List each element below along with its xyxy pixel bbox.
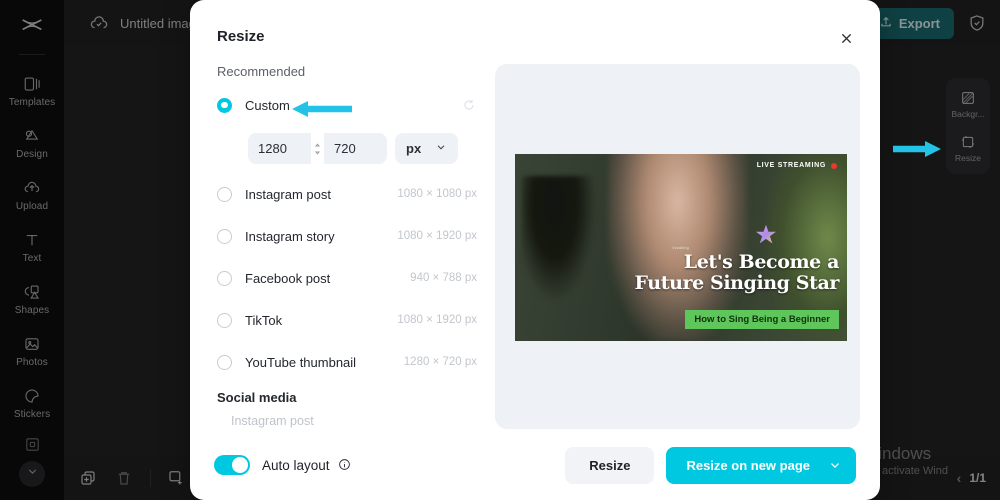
option-label: TikTok xyxy=(245,313,282,328)
option-tiktok[interactable]: TikTok 1080 × 1920 px xyxy=(217,306,477,334)
auto-layout-label: Auto layout xyxy=(262,458,351,473)
social-media-section-label: Social media xyxy=(217,390,477,405)
custom-size-row: px xyxy=(248,133,477,164)
option-dimensions: 940 × 788 px xyxy=(410,272,477,284)
height-input[interactable] xyxy=(324,133,387,164)
preview-live-badge: LIVE STREAMING xyxy=(757,162,837,169)
preview-thumbnail: LIVE STREAMING xyxy=(515,154,847,341)
option-dimensions: 1080 × 1920 px xyxy=(397,230,477,242)
option-label: YouTube thumbnail xyxy=(245,355,356,370)
auto-layout-control: Auto layout xyxy=(214,455,351,475)
unit-select[interactable]: px xyxy=(395,133,458,164)
resize-on-new-page-label: Resize on new page xyxy=(686,458,810,473)
toggle-knob xyxy=(232,457,248,473)
info-icon[interactable] xyxy=(338,458,351,471)
option-custom-label: Custom xyxy=(245,98,290,113)
screen-root: Templates Design Upload xyxy=(0,0,1000,500)
preview-headline: Let's Become a Future Singing Star xyxy=(515,252,839,294)
preview-subtitle: How to Sing Being a Beginner xyxy=(685,310,839,329)
option-custom[interactable]: Custom xyxy=(217,91,477,119)
option-dimensions: 1080 × 1080 px xyxy=(397,188,477,200)
option-label: Instagram post xyxy=(245,187,331,202)
dimension-inputs xyxy=(248,133,387,164)
resize-button[interactable]: Resize xyxy=(565,447,654,484)
dialog-actions: Resize Resize on new page xyxy=(565,447,856,484)
option-instagram-post[interactable]: Instagram post 1080 × 1080 px xyxy=(217,180,477,208)
resize-options-panel: Recommended Custom xyxy=(217,64,477,428)
option-label: Facebook post xyxy=(245,271,330,286)
link-dimensions-icon[interactable] xyxy=(311,133,324,164)
radio-youtube-thumbnail[interactable] xyxy=(217,355,232,370)
width-input[interactable] xyxy=(248,133,311,164)
radio-instagram-post[interactable] xyxy=(217,187,232,202)
chevron-down-icon[interactable] xyxy=(828,458,842,472)
unit-value: px xyxy=(406,141,421,156)
option-instagram-story[interactable]: Instagram story 1080 × 1920 px xyxy=(217,222,477,250)
option-label: Instagram story xyxy=(245,229,335,244)
radio-tiktok[interactable] xyxy=(217,313,232,328)
preview-tiny-label: Vocalling xyxy=(672,246,689,250)
radio-instagram-story[interactable] xyxy=(217,229,232,244)
radio-facebook-post[interactable] xyxy=(217,271,232,286)
star-sticker-icon xyxy=(753,222,779,248)
social-media-first-item[interactable]: Instagram post xyxy=(231,414,477,428)
auto-layout-text: Auto layout xyxy=(262,458,330,473)
live-dot-icon xyxy=(831,163,837,169)
resize-dialog: Resize Recommended Custom xyxy=(190,0,880,500)
auto-layout-toggle[interactable] xyxy=(214,455,250,475)
option-facebook-post[interactable]: Facebook post 940 × 788 px xyxy=(217,264,477,292)
preview-headline-line-2: Future Singing Star xyxy=(515,273,839,294)
option-dimensions: 1280 × 720 px xyxy=(404,356,477,368)
option-dimensions: 1080 × 1920 px xyxy=(397,314,477,326)
dialog-footer: Auto layout Resize Resize on new page xyxy=(190,430,880,500)
radio-custom[interactable] xyxy=(217,98,232,113)
resize-on-new-page-button[interactable]: Resize on new page xyxy=(666,447,856,484)
dialog-title: Resize xyxy=(217,28,265,45)
recommended-section-label: Recommended xyxy=(217,64,477,79)
option-youtube-thumbnail[interactable]: YouTube thumbnail 1280 × 720 px xyxy=(217,348,477,376)
chevron-down-icon xyxy=(435,140,447,158)
reset-icon[interactable] xyxy=(461,97,477,113)
preview-headline-line-1: Let's Become a xyxy=(515,252,839,273)
close-icon[interactable] xyxy=(830,22,862,54)
preview-panel: LIVE STREAMING xyxy=(495,64,860,429)
preview-live-label: LIVE STREAMING xyxy=(757,162,826,169)
